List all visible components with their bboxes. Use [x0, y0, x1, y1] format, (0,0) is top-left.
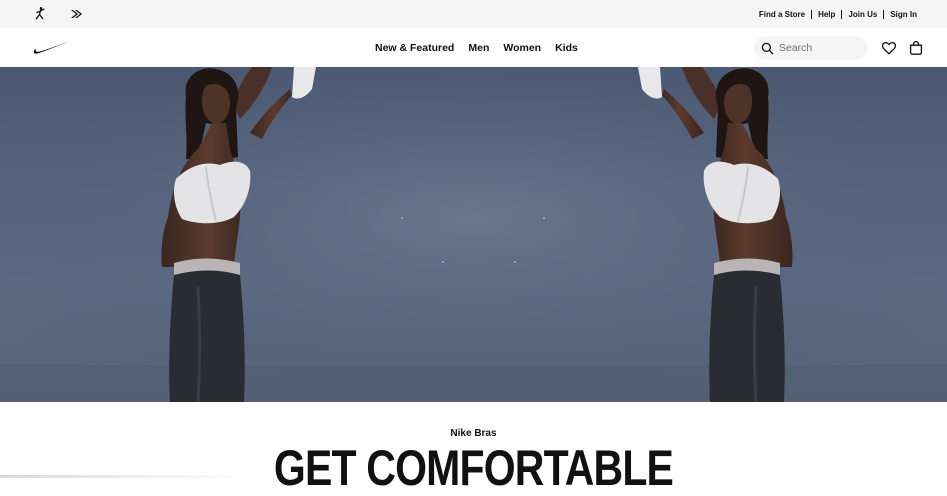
jordan-icon[interactable]: [32, 6, 48, 22]
search-box[interactable]: [754, 36, 867, 60]
utility-links: Find a Store Help Join Us Sign In: [753, 0, 923, 28]
promo-headline: GET COMFORTABLE: [273, 440, 674, 496]
brand-switcher: [32, 6, 84, 22]
utility-bar: Find a Store Help Join Us Sign In: [0, 0, 947, 28]
converse-icon[interactable]: [68, 6, 84, 22]
promo-eyebrow: Nike Bras: [450, 428, 497, 439]
bag-icon[interactable]: [908, 40, 924, 56]
menu-item-women[interactable]: Women: [496, 42, 548, 54]
sign-in-link[interactable]: Sign In: [884, 10, 923, 19]
find-a-store-link[interactable]: Find a Store: [753, 10, 811, 19]
heart-icon[interactable]: [881, 40, 897, 56]
primary-menu: New & Featured Men Women Kids: [368, 28, 585, 67]
search-input[interactable]: [779, 42, 859, 54]
help-link[interactable]: Help: [812, 10, 841, 19]
menu-item-kids[interactable]: Kids: [548, 42, 585, 54]
menu-item-men[interactable]: Men: [461, 42, 496, 54]
hero-banner[interactable]: [0, 67, 947, 402]
main-nav: New & Featured Men Women Kids: [0, 28, 947, 67]
hero-image: [0, 67, 947, 402]
join-us-link[interactable]: Join Us: [842, 10, 883, 19]
search-icon[interactable]: [761, 42, 774, 55]
nike-swoosh-icon[interactable]: [32, 40, 70, 56]
menu-item-new-featured[interactable]: New & Featured: [368, 42, 461, 54]
